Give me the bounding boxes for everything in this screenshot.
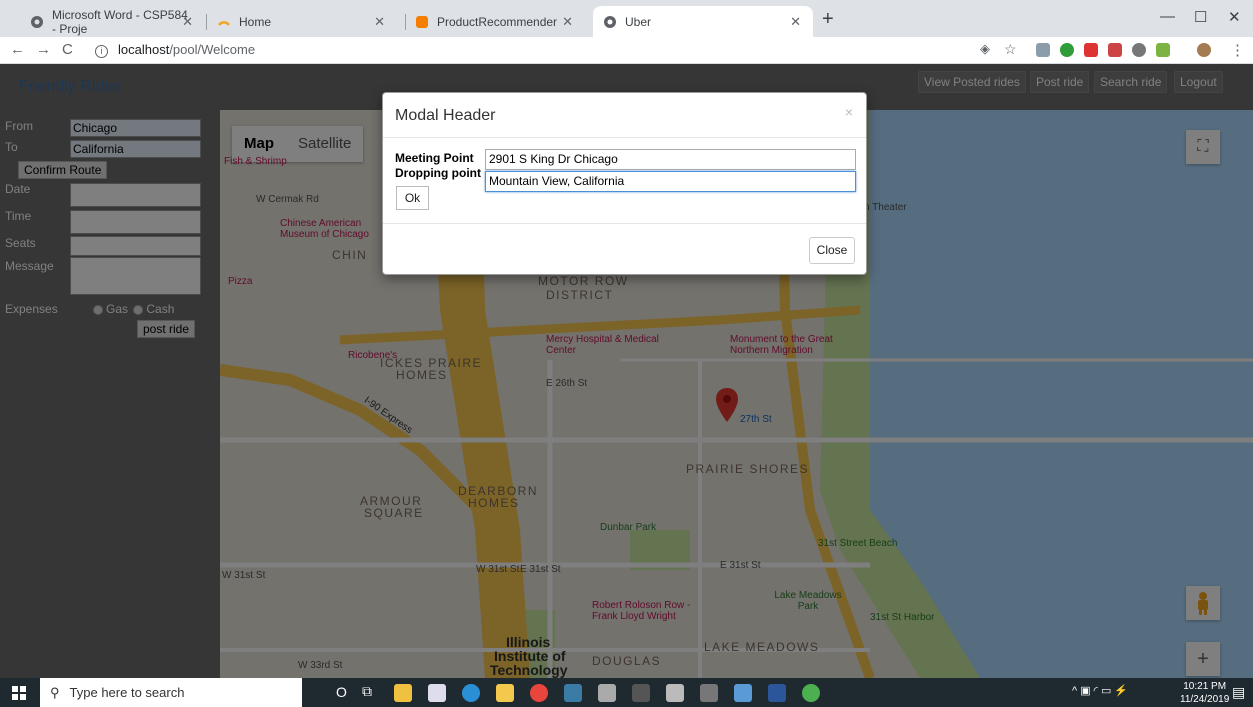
- maximize-icon[interactable]: ☐: [1194, 8, 1207, 26]
- dropping-point-label: Dropping point: [395, 166, 481, 180]
- app-icon[interactable]: [666, 684, 684, 702]
- taskbar-search[interactable]: ⚲ Type here to search: [40, 678, 302, 707]
- pocket-icon[interactable]: [1084, 43, 1098, 57]
- clock-time: 10:21 PM: [1183, 681, 1227, 692]
- blogger-icon: [415, 15, 429, 29]
- address-bar: ← → C i localhost/pool/Welcome ◈ ☆ ⋮: [0, 37, 1253, 64]
- avatar[interactable]: [1197, 43, 1211, 57]
- extension-red-icon[interactable]: [1108, 43, 1122, 57]
- close-icon[interactable]: ✕: [182, 14, 193, 30]
- extension-green-icon[interactable]: [1060, 43, 1074, 57]
- app-icon[interactable]: [564, 684, 582, 702]
- tab-title: Home: [239, 14, 272, 29]
- chrome-icon: [30, 15, 44, 29]
- globe-icon: [603, 15, 617, 29]
- windows-taskbar: ⚲ Type here to search O ⧉ ^ ▣ ◜ ▭ ⚡ 10:2…: [0, 678, 1253, 707]
- browser-tab-bar: Microsoft Word - CSP584 - Proje ✕ Home ✕…: [0, 0, 1253, 37]
- search-placeholder: Type here to search: [69, 685, 185, 700]
- edge-icon[interactable]: [462, 684, 480, 702]
- clock-date: 11/24/2019: [1180, 694, 1230, 705]
- route-modal: Modal Header × Meeting Point 2901 S King…: [382, 92, 867, 275]
- extension-gray-icon[interactable]: [1132, 43, 1146, 57]
- url-field[interactable]: i localhost/pool/Welcome: [95, 42, 255, 58]
- modal-header: Modal Header ×: [383, 93, 866, 138]
- modal-body: Meeting Point 2901 S King Dr Chicago Dro…: [383, 138, 866, 224]
- file-explorer-icon[interactable]: [496, 684, 514, 702]
- windows-start-icon[interactable]: [12, 686, 26, 703]
- mail-icon[interactable]: [428, 684, 446, 702]
- store-icon[interactable]: [394, 684, 412, 702]
- url-host: localhost: [118, 42, 170, 57]
- search-icon: ⚲: [50, 684, 60, 700]
- meeting-point-label: Meeting Point: [395, 151, 474, 165]
- modal-footer: Close: [383, 224, 866, 274]
- modal-title: Modal Header: [395, 107, 496, 124]
- close-button[interactable]: Close: [809, 237, 855, 264]
- tab-word[interactable]: Microsoft Word - CSP584 - Proje ✕: [20, 6, 205, 37]
- dropping-point-input[interactable]: Mountain View, California: [485, 171, 856, 192]
- window-close-icon[interactable]: ✕: [1228, 8, 1241, 26]
- extension-lime-icon[interactable]: [1156, 43, 1170, 57]
- close-icon[interactable]: ✕: [374, 14, 385, 30]
- tab-uber[interactable]: Uber ✕: [593, 6, 813, 37]
- back-icon[interactable]: ←: [10, 41, 25, 58]
- tab-productrecommender[interactable]: ProductRecommender ✕: [405, 6, 585, 37]
- app-icon[interactable]: [598, 684, 616, 702]
- new-tab-icon[interactable]: +: [822, 8, 834, 31]
- tab-title: Uber: [625, 14, 652, 29]
- forward-icon[interactable]: →: [36, 41, 51, 58]
- url-path: /pool/Welcome: [169, 42, 256, 57]
- ok-button[interactable]: Ok: [396, 186, 429, 210]
- info-icon[interactable]: i: [95, 45, 108, 58]
- chrome-icon[interactable]: [530, 684, 548, 702]
- notification-icon[interactable]: ▤: [1232, 684, 1245, 701]
- meeting-point-input[interactable]: 2901 S King Dr Chicago: [485, 149, 856, 170]
- location-icon[interactable]: ◈: [980, 41, 990, 57]
- close-icon[interactable]: ✕: [562, 14, 573, 30]
- app-icon[interactable]: [734, 684, 752, 702]
- tab-title: Microsoft Word - CSP584 - Proje: [52, 7, 188, 36]
- menu-icon[interactable]: ⋮: [1230, 41, 1245, 59]
- app-icon[interactable]: [700, 684, 718, 702]
- taskbar-clock[interactable]: 10:21 PM 11/24/2019: [1180, 680, 1229, 706]
- system-tray-icons[interactable]: ^ ▣ ◜ ▭ ⚡: [1072, 684, 1128, 697]
- task-view-icon[interactable]: ⧉: [362, 683, 372, 700]
- close-icon[interactable]: ✕: [790, 14, 801, 30]
- cortana-icon[interactable]: O: [336, 684, 347, 700]
- reload-icon[interactable]: C: [62, 41, 73, 58]
- minimize-icon[interactable]: —: [1160, 8, 1175, 25]
- terminal-icon[interactable]: [632, 684, 650, 702]
- extension-icon[interactable]: [1036, 43, 1050, 57]
- app-icon[interactable]: [802, 684, 820, 702]
- home-arc-icon: [217, 15, 231, 29]
- tab-title: ProductRecommender: [437, 14, 558, 29]
- tab-home[interactable]: Home ✕: [207, 6, 397, 37]
- bookmark-star-icon[interactable]: ☆: [1004, 41, 1017, 58]
- modal-close-icon[interactable]: ×: [845, 104, 853, 120]
- word-icon[interactable]: [768, 684, 786, 702]
